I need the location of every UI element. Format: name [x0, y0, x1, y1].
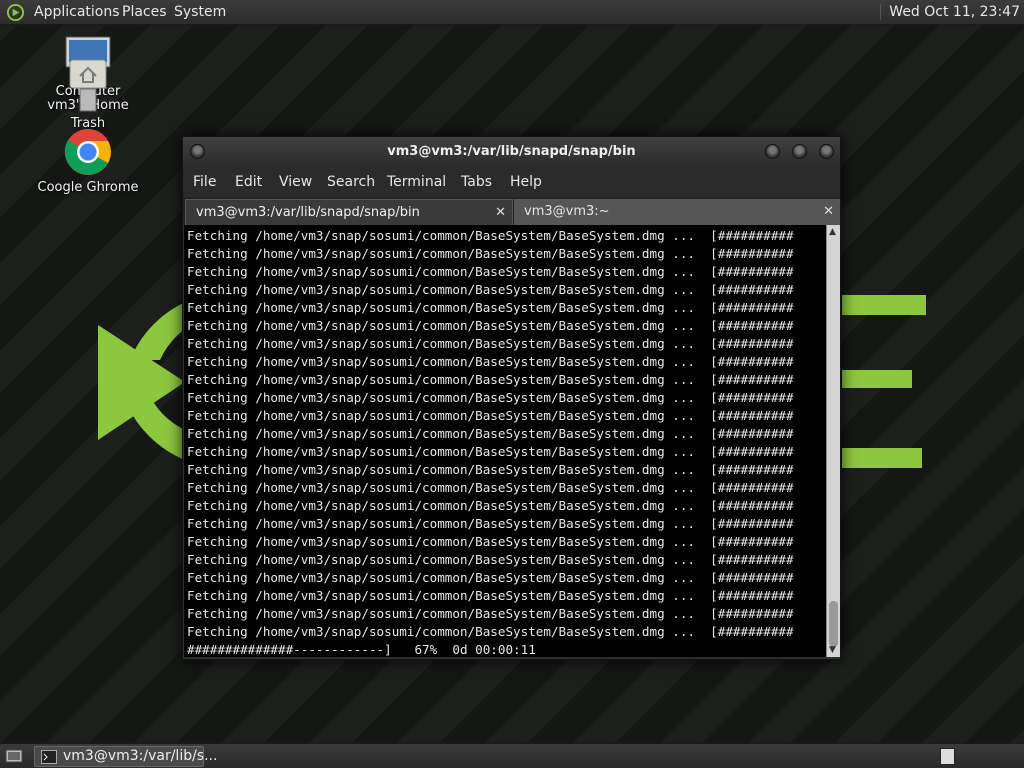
- terminal-line: Fetching /home/vm3/snap/sosumi/common/Ba…: [187, 462, 794, 477]
- desktop-icon-chrome[interactable]: Coogle Ghrome: [30, 128, 146, 195]
- tab-bar: vm3@vm3:/var/lib/snapd/snap/bin ✕ vm3@vm…: [183, 197, 840, 225]
- tab-home[interactable]: vm3@vm3:~ ✕: [514, 199, 840, 225]
- close-tab-icon[interactable]: ✕: [823, 199, 834, 225]
- terminal-line: Fetching /home/vm3/snap/sosumi/common/Ba…: [187, 246, 794, 261]
- tab-label: vm3@vm3:~: [524, 204, 610, 219]
- terminal-line: Fetching /home/vm3/snap/sosumi/common/Ba…: [187, 318, 794, 333]
- taskbar-label: vm3@vm3:/var/lib/s...: [63, 748, 218, 764]
- scrollbar-thumb[interactable]: [829, 601, 838, 647]
- top-panel: Applications Places System Wed Oct 11, 2…: [0, 0, 1024, 25]
- menu-terminal[interactable]: Terminal: [387, 174, 446, 190]
- taskbar-terminal-button[interactable]: vm3@vm3:/var/lib/s...: [34, 746, 217, 767]
- terminal-line: Fetching /home/vm3/snap/sosumi/common/Ba…: [187, 264, 794, 279]
- menu-help[interactable]: Help: [510, 174, 542, 190]
- terminal-output[interactable]: Fetching /home/vm3/snap/sosumi/common/Ba…: [184, 225, 826, 657]
- terminal-window: vm3@vm3:/var/lib/snapd/snap/bin File Edi…: [182, 136, 841, 660]
- window-menu-icon[interactable]: [190, 144, 205, 159]
- menu-edit[interactable]: Edit: [235, 174, 262, 190]
- close-window-icon[interactable]: [819, 144, 834, 159]
- terminal-line: ##############------------] 67% 0d 00:00…: [187, 642, 536, 657]
- window-title: vm3@vm3:/var/lib/snapd/snap/bin: [387, 144, 636, 159]
- bottom-panel: vm3@vm3:/var/lib/s...: [0, 743, 1024, 768]
- terminal-line: Fetching /home/vm3/snap/sosumi/common/Ba…: [187, 408, 794, 423]
- terminal-line: Fetching /home/vm3/snap/sosumi/common/Ba…: [187, 228, 794, 243]
- applications-menu[interactable]: Applications: [34, 4, 120, 20]
- trash-icon: [79, 88, 97, 112]
- clock[interactable]: Wed Oct 11, 23:47: [880, 4, 1020, 20]
- terminal-line: Fetching /home/vm3/snap/sosumi/common/Ba…: [187, 588, 794, 603]
- desktop-icon-trash[interactable]: Trash: [40, 84, 136, 131]
- minimize-icon[interactable]: [765, 144, 780, 159]
- tab-snap-bin[interactable]: vm3@vm3:/var/lib/snapd/snap/bin ✕: [185, 199, 513, 225]
- terminal-line: Fetching /home/vm3/snap/sosumi/common/Ba…: [187, 498, 794, 513]
- terminal-line: Fetching /home/vm3/snap/sosumi/common/Ba…: [187, 606, 794, 621]
- terminal-line: Fetching /home/vm3/snap/sosumi/common/Ba…: [187, 300, 794, 315]
- chrome-icon: [64, 129, 111, 175]
- terminal-line: Fetching /home/vm3/snap/sosumi/common/Ba…: [187, 372, 794, 387]
- scroll-down-arrow-icon[interactable]: ▼: [829, 645, 836, 655]
- scroll-up-arrow-icon[interactable]: ▲: [829, 227, 836, 237]
- system-menu[interactable]: System: [174, 4, 226, 20]
- tab-label: vm3@vm3:/var/lib/snapd/snap/bin: [196, 205, 420, 220]
- menu-search[interactable]: Search: [327, 174, 375, 190]
- terminal-line: Fetching /home/vm3/snap/sosumi/common/Ba…: [187, 444, 794, 459]
- terminal-menubar: File Edit View Search Terminal Tabs Help: [183, 167, 840, 197]
- terminal-line: Fetching /home/vm3/snap/sosumi/common/Ba…: [187, 390, 794, 405]
- workspace-switcher[interactable]: [940, 748, 955, 765]
- close-tab-icon[interactable]: ✕: [495, 200, 506, 226]
- terminal-line: Fetching /home/vm3/snap/sosumi/common/Ba…: [187, 552, 794, 567]
- terminal-line: Fetching /home/vm3/snap/sosumi/common/Ba…: [187, 624, 794, 639]
- menu-view[interactable]: View: [279, 174, 312, 190]
- terminal-line: Fetching /home/vm3/snap/sosumi/common/Ba…: [187, 282, 794, 297]
- scrollbar[interactable]: ▲ ▼: [826, 225, 840, 657]
- window-titlebar[interactable]: vm3@vm3:/var/lib/snapd/snap/bin: [183, 137, 840, 167]
- show-desktop-icon[interactable]: [5, 748, 23, 765]
- terminal-icon: [41, 750, 57, 764]
- maximize-icon[interactable]: [792, 144, 807, 159]
- terminal-line: Fetching /home/vm3/snap/sosumi/common/Ba…: [187, 480, 794, 495]
- distro-logo-icon[interactable]: [6, 3, 25, 22]
- terminal-line: Fetching /home/vm3/snap/sosumi/common/Ba…: [187, 336, 794, 351]
- terminal-line: Fetching /home/vm3/snap/sosumi/common/Ba…: [187, 354, 794, 369]
- terminal-line: Fetching /home/vm3/snap/sosumi/common/Ba…: [187, 570, 794, 585]
- menu-tabs[interactable]: Tabs: [461, 174, 492, 190]
- chrome-label: Coogle Ghrome: [37, 180, 139, 195]
- terminal-line: Fetching /home/vm3/snap/sosumi/common/Ba…: [187, 534, 794, 549]
- places-menu[interactable]: Places: [122, 4, 167, 20]
- menu-file[interactable]: File: [193, 174, 216, 190]
- terminal-line: Fetching /home/vm3/snap/sosumi/common/Ba…: [187, 516, 794, 531]
- terminal-line: Fetching /home/vm3/snap/sosumi/common/Ba…: [187, 426, 794, 441]
